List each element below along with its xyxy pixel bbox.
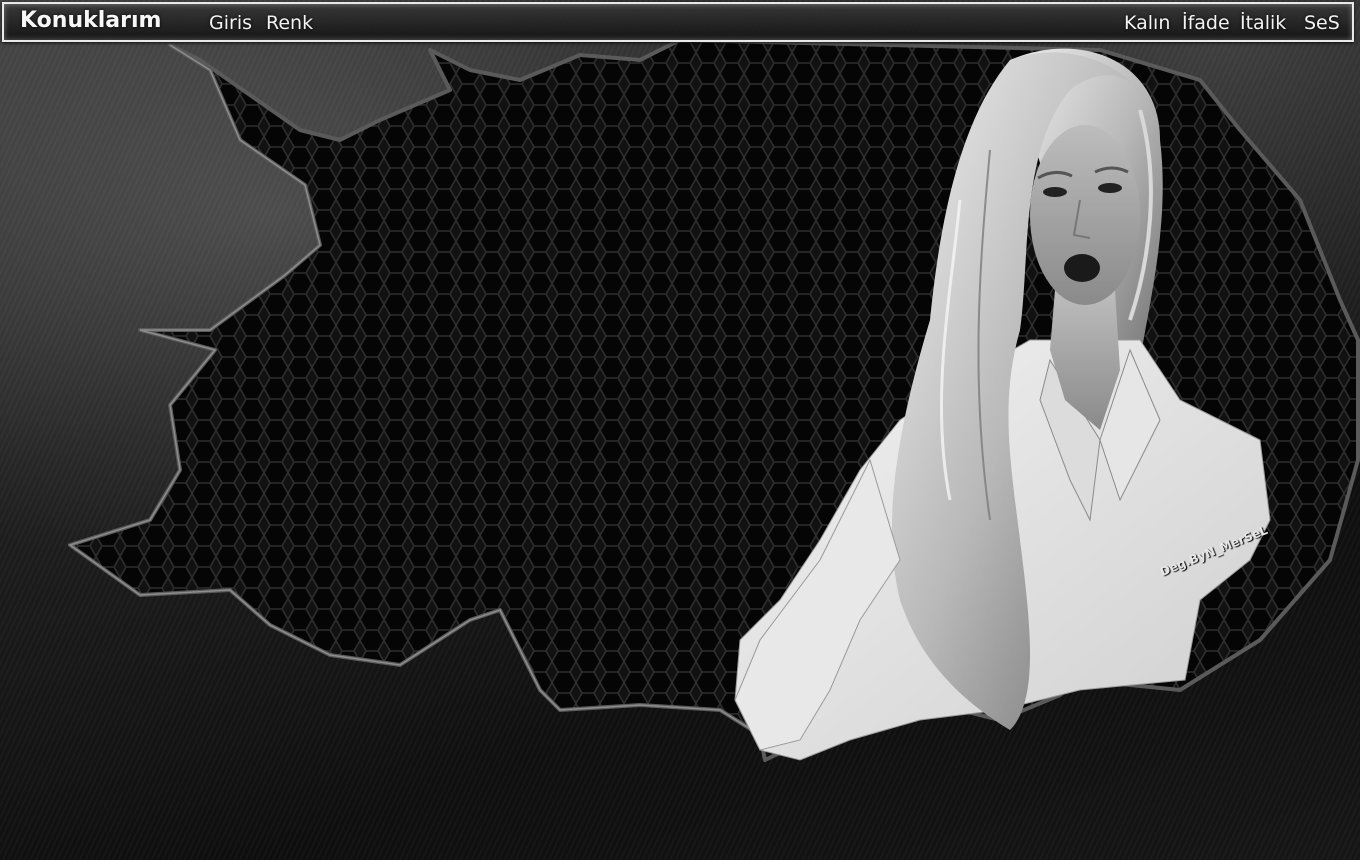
nav-link-kalin[interactable]: Kalın bbox=[1124, 11, 1170, 35]
desktop-wallpaper: Deg.ByN_MerSeL Konuklarım Giris Renk Kal… bbox=[0, 0, 1360, 860]
nav-link-italik[interactable]: İtalik bbox=[1240, 11, 1286, 35]
nav-link-renk[interactable]: Renk bbox=[266, 11, 313, 35]
nav-link-giris[interactable]: Giris bbox=[209, 11, 252, 35]
nav-link-ses[interactable]: SeS bbox=[1304, 11, 1340, 35]
torn-hex-mesh-panel bbox=[68, 38, 1360, 762]
top-navigation-bar: Konuklarım Giris Renk Kalın İfade İtalik… bbox=[2, 2, 1354, 42]
site-logo-link[interactable]: Konuklarım bbox=[20, 9, 161, 33]
nav-link-ifade[interactable]: İfade bbox=[1182, 11, 1230, 35]
